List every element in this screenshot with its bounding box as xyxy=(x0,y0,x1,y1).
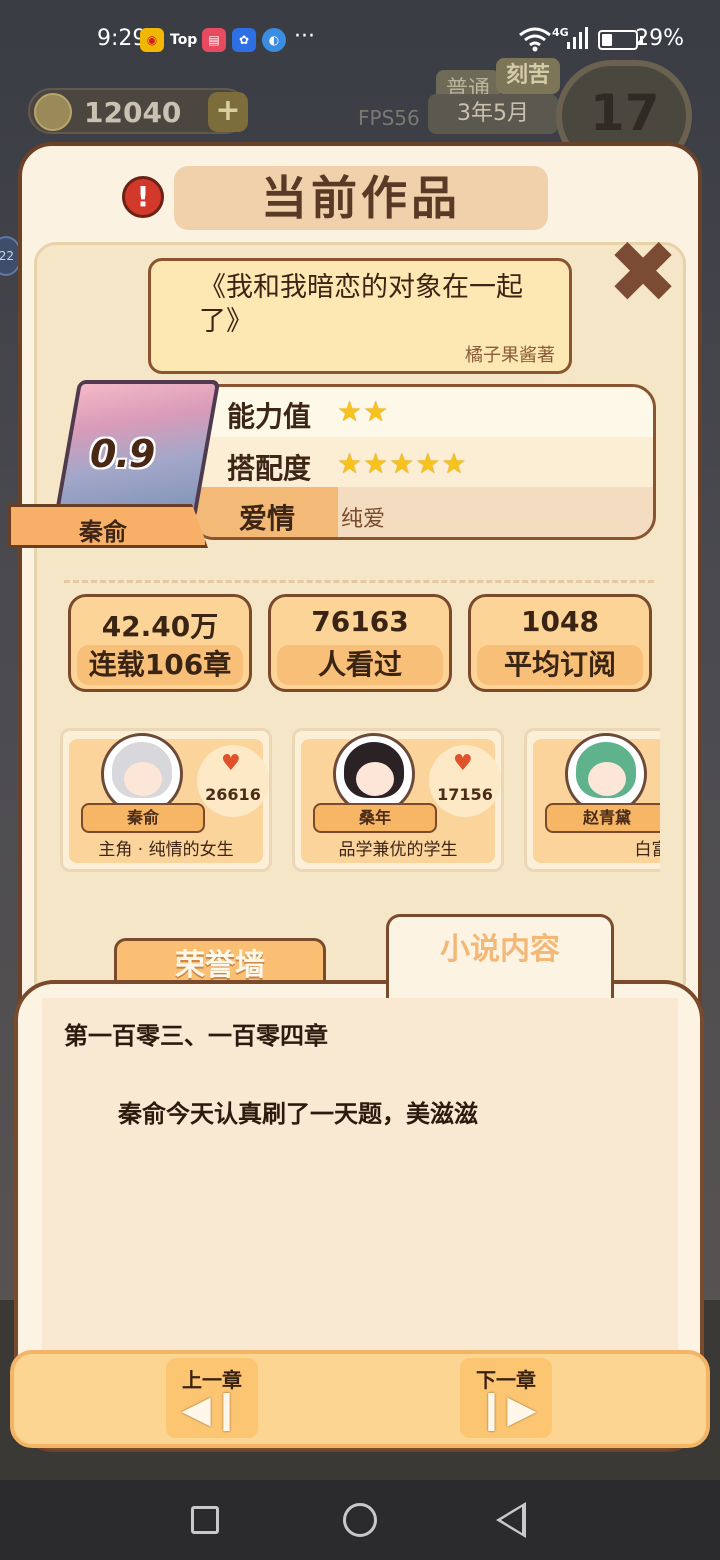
prev-chapter-button[interactable]: 上一章 ◀❙ xyxy=(166,1358,258,1438)
reader-icon: ▤ xyxy=(202,28,226,52)
system-nav-bar xyxy=(0,1480,720,1560)
book-score: 0.9 xyxy=(90,432,155,476)
stat-label: 人看过 xyxy=(277,645,443,685)
match-label: 搭配度 xyxy=(227,452,312,485)
baidu-icon: ✿ xyxy=(232,28,256,52)
stat-card-words: 42.40万 连载106章 xyxy=(68,594,252,692)
back-icon[interactable] xyxy=(496,1502,526,1538)
heart-icon: ♥ xyxy=(453,751,473,776)
character-name: 赵青黛 xyxy=(545,803,660,833)
status-time: 9:29 xyxy=(97,26,147,51)
signal-icon xyxy=(567,27,588,49)
fps-label: FPS56 xyxy=(358,106,420,130)
next-chapter-button[interactable]: 下一章 ❙▶ xyxy=(460,1358,552,1438)
coin-icon xyxy=(34,93,72,131)
protagonist-name: 秦俞 xyxy=(79,518,127,546)
home-icon[interactable] xyxy=(343,1503,377,1537)
ability-label: 能力值 xyxy=(227,400,312,433)
coin-value: 12040 xyxy=(84,96,182,129)
character-name: 桑年 xyxy=(313,803,437,833)
status-more: ··· xyxy=(294,24,315,49)
chapter-page xyxy=(42,998,678,1358)
character-desc: 主角 · 纯情的女生 xyxy=(98,840,234,860)
likes-count: 17156 xyxy=(437,785,493,804)
avatar-face xyxy=(588,762,626,796)
modal-title: 当前作品 xyxy=(174,166,548,230)
work-attributes: 能力值 ★★ 搭配度 ★★★★★ 爱情 纯爱 xyxy=(190,384,656,540)
prev-icon: ◀❙ xyxy=(181,1387,243,1431)
avatar-face xyxy=(124,762,162,796)
character-card[interactable]: ♥ 26616 秦俞 主角 · 纯情的女生 xyxy=(60,728,272,872)
next-icon: ❙▶ xyxy=(475,1387,537,1431)
battery-icon xyxy=(598,30,638,50)
chapter-text: 秦俞今天认真刷了一天题，美滋滋 xyxy=(118,1100,478,1128)
match-stars: ★★★★★ xyxy=(337,447,468,480)
likes-count: 26616 xyxy=(205,785,261,804)
character-name: 秦俞 xyxy=(81,803,205,833)
stat-value: 76163 xyxy=(311,605,409,638)
likes-bubble: ♥ 17156 xyxy=(429,745,501,817)
character-desc: 白富美 xyxy=(634,840,661,860)
browser-icon: ◐ xyxy=(262,28,286,52)
battery-percent: 29% xyxy=(635,26,684,51)
mode-hard-tag: 刻苦 xyxy=(496,58,560,94)
close-icon[interactable]: ✖ xyxy=(604,230,682,316)
day-number: 17 xyxy=(590,84,660,142)
stat-card-readers: 76163 人看过 xyxy=(268,594,452,692)
character-card[interactable]: ♥ 17156 桑年 品学兼优的学生 xyxy=(292,728,504,872)
add-coins-button[interactable]: + xyxy=(208,92,248,132)
stat-card-subscriptions: 1048 平均订阅 xyxy=(468,594,652,692)
work-author: 橘子果酱著 xyxy=(465,345,555,366)
toutiao-icon: Top xyxy=(170,32,198,48)
stat-label: 平均订阅 xyxy=(477,645,643,685)
subgenre-label: 纯爱 xyxy=(341,507,386,532)
game-date: 3年5月 xyxy=(428,94,558,134)
recents-icon[interactable] xyxy=(191,1506,219,1534)
ability-stars: ★★ xyxy=(337,395,390,428)
character-desc: 品学兼优的学生 xyxy=(338,840,458,860)
genre-label: 爱情 xyxy=(239,502,296,535)
likes-bubble: ♥ 26616 xyxy=(197,745,269,817)
stat-label: 连载106章 xyxy=(77,645,243,685)
avatar-face xyxy=(356,762,394,796)
chapter-nav-bar xyxy=(10,1350,710,1448)
alert-icon[interactable]: ! xyxy=(122,176,164,218)
work-title: 《我和我暗恋的对象在一起了》 xyxy=(199,272,523,337)
character-card[interactable]: ♥ 赵青黛 白富美 xyxy=(524,728,660,872)
divider xyxy=(64,580,654,583)
coin-counter: 12040 + xyxy=(28,88,248,134)
character-list[interactable]: ♥ 26616 秦俞 主角 · 纯情的女生 ♥ 17156 桑年 品学兼优的学生 xyxy=(60,726,660,876)
wifi-icon xyxy=(519,27,551,52)
tab-novel-content[interactable]: 小说内容 xyxy=(386,914,614,998)
chapter-title: 第一百零三、一百零四章 xyxy=(64,1022,328,1050)
stat-value: 1048 xyxy=(521,605,599,638)
weibo-icon: ◉ xyxy=(140,28,164,52)
work-title-box: 《我和我暗恋的对象在一起了》 橘子果酱著 xyxy=(148,258,572,374)
stat-value: 42.40万 xyxy=(101,610,219,643)
heart-icon: ♥ xyxy=(221,751,241,776)
